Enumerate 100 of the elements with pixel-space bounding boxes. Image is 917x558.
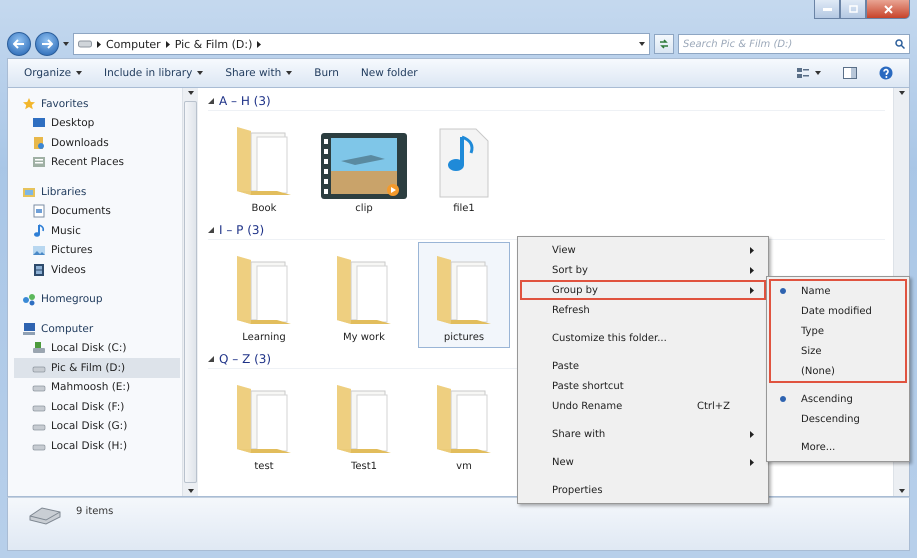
group-header[interactable]: A – H (3): [219, 94, 271, 108]
maximize-button[interactable]: [840, 0, 866, 19]
menu-item[interactable]: View: [520, 240, 766, 260]
breadcrumb[interactable]: Pic & Film (D:): [174, 38, 252, 50]
file-item[interactable]: Learning: [218, 242, 310, 348]
file-item[interactable]: My work: [318, 242, 410, 348]
collapse-icon[interactable]: [208, 98, 214, 104]
menu-item[interactable]: Customize this folder...: [520, 328, 766, 348]
search-icon[interactable]: [895, 39, 905, 49]
collapse-icon[interactable]: [208, 227, 214, 233]
music-note-icon: [32, 224, 46, 238]
menu-item[interactable]: More...: [771, 437, 905, 457]
file-item[interactable]: vm: [418, 371, 510, 477]
menu-item[interactable]: Sort by: [520, 260, 766, 280]
group-header[interactable]: Q – Z (3): [219, 352, 272, 366]
menu-item[interactable]: New: [520, 452, 766, 472]
menu-item[interactable]: Size: [771, 341, 905, 361]
breadcrumb[interactable]: Computer: [106, 38, 161, 50]
caret-icon: [188, 489, 194, 493]
recent-places-icon: [32, 155, 46, 170]
menu-item[interactable]: Paste shortcut: [520, 376, 766, 396]
menu-item[interactable]: Refresh: [520, 300, 766, 320]
drive-icon: [32, 341, 46, 356]
nav-item[interactable]: Libraries: [14, 182, 180, 202]
forward-button[interactable]: [35, 32, 59, 56]
menu-item[interactable]: (None): [771, 361, 905, 381]
close-button[interactable]: [866, 0, 910, 19]
toolbar-button[interactable]: New folder: [352, 64, 426, 82]
downloads-icon: [32, 136, 46, 150]
minimize-button[interactable]: [814, 0, 840, 19]
file-item[interactable]: Book: [218, 113, 310, 219]
group-header[interactable]: I – P (3): [219, 223, 264, 237]
menu-item[interactable]: Group by: [520, 280, 766, 300]
chevron-icon: [257, 40, 262, 48]
document-icon: [32, 204, 46, 218]
refresh-button[interactable]: [654, 34, 674, 54]
view-icon: [796, 67, 810, 79]
minimize-icon: [822, 8, 832, 10]
picture-icon: [32, 243, 46, 258]
caret-icon: [898, 91, 904, 95]
nav-item[interactable]: Local Disk (F:): [14, 397, 180, 416]
film-icon: [32, 262, 46, 277]
scrollbar[interactable]: [182, 88, 198, 496]
nav-item[interactable]: Computer: [14, 319, 180, 338]
nav-item[interactable]: Local Disk (C:): [14, 338, 180, 358]
back-button[interactable]: [7, 32, 31, 56]
address-field[interactable]: Computer Pic & Film (D:): [73, 33, 650, 55]
toolbar-button[interactable]: Share with: [217, 64, 300, 82]
nav-item[interactable]: Favorites: [14, 94, 180, 114]
pane-icon: [843, 67, 857, 79]
nav-item[interactable]: Pic & Film (D:): [14, 358, 180, 378]
nav-item[interactable]: Local Disk (H:): [14, 436, 180, 456]
menu-item[interactable]: Share with: [520, 424, 766, 444]
star-icon: [22, 96, 36, 111]
video-thumbnail-icon: [321, 133, 407, 199]
menu-item[interactable]: Date modified: [771, 301, 905, 321]
nav-item[interactable]: Recent Places: [14, 152, 180, 172]
caret-icon: [815, 71, 821, 75]
nav-item[interactable]: Homegroup: [14, 290, 180, 309]
menu-item[interactable]: Undo Rename Ctrl+Z: [520, 396, 766, 416]
refresh-icon: [658, 39, 670, 49]
nav-item[interactable]: Videos: [14, 260, 180, 280]
caret-icon: [898, 489, 904, 493]
back-arrow-icon: [13, 39, 25, 49]
menu-item[interactable]: Properties: [520, 480, 766, 500]
menu-item[interactable]: Ascending: [771, 389, 905, 409]
caret-icon: [188, 91, 194, 95]
homegroup-icon: [22, 292, 36, 306]
drive-icon: [78, 40, 92, 48]
maximize-icon: [848, 5, 858, 13]
toolbar-button[interactable]: Burn: [306, 64, 347, 82]
caret-icon: [63, 42, 69, 46]
toolbar-button[interactable]: Include in library: [96, 64, 212, 82]
toolbar-button[interactable]: Organize: [16, 64, 90, 82]
menu-item[interactable]: Paste: [520, 356, 766, 376]
nav-item[interactable]: Mahmoosh (E:): [14, 378, 180, 397]
menu-item[interactable]: Descending: [771, 409, 905, 429]
nav-item[interactable]: Documents: [14, 202, 180, 221]
caret-icon: [639, 42, 645, 46]
forward-arrow-icon: [41, 39, 53, 49]
nav-item[interactable]: Pictures: [14, 240, 180, 260]
nav-item[interactable]: Downloads: [14, 133, 180, 152]
file-item[interactable]: Test1: [318, 371, 410, 477]
chevron-icon: [166, 40, 170, 48]
help-icon: [879, 66, 893, 80]
file-item[interactable]: test: [218, 371, 310, 477]
nav-item[interactable]: Music: [14, 221, 180, 240]
file-item[interactable]: pictures: [418, 242, 510, 348]
chevron-icon: [97, 40, 101, 48]
file-item[interactable]: clip: [318, 113, 410, 219]
nav-item[interactable]: Local Disk (G:): [14, 416, 180, 436]
file-item[interactable]: file1: [418, 113, 510, 219]
status-text: 9 items: [76, 506, 114, 517]
computer-icon: [22, 322, 36, 336]
nav-item[interactable]: Desktop: [14, 114, 180, 133]
search-field[interactable]: Search Pic & Film (D:): [678, 34, 910, 54]
collapse-icon[interactable]: [208, 356, 214, 362]
menu-item[interactable]: Name: [771, 281, 905, 301]
menu-item[interactable]: Type: [771, 321, 905, 341]
close-icon: [884, 4, 892, 14]
